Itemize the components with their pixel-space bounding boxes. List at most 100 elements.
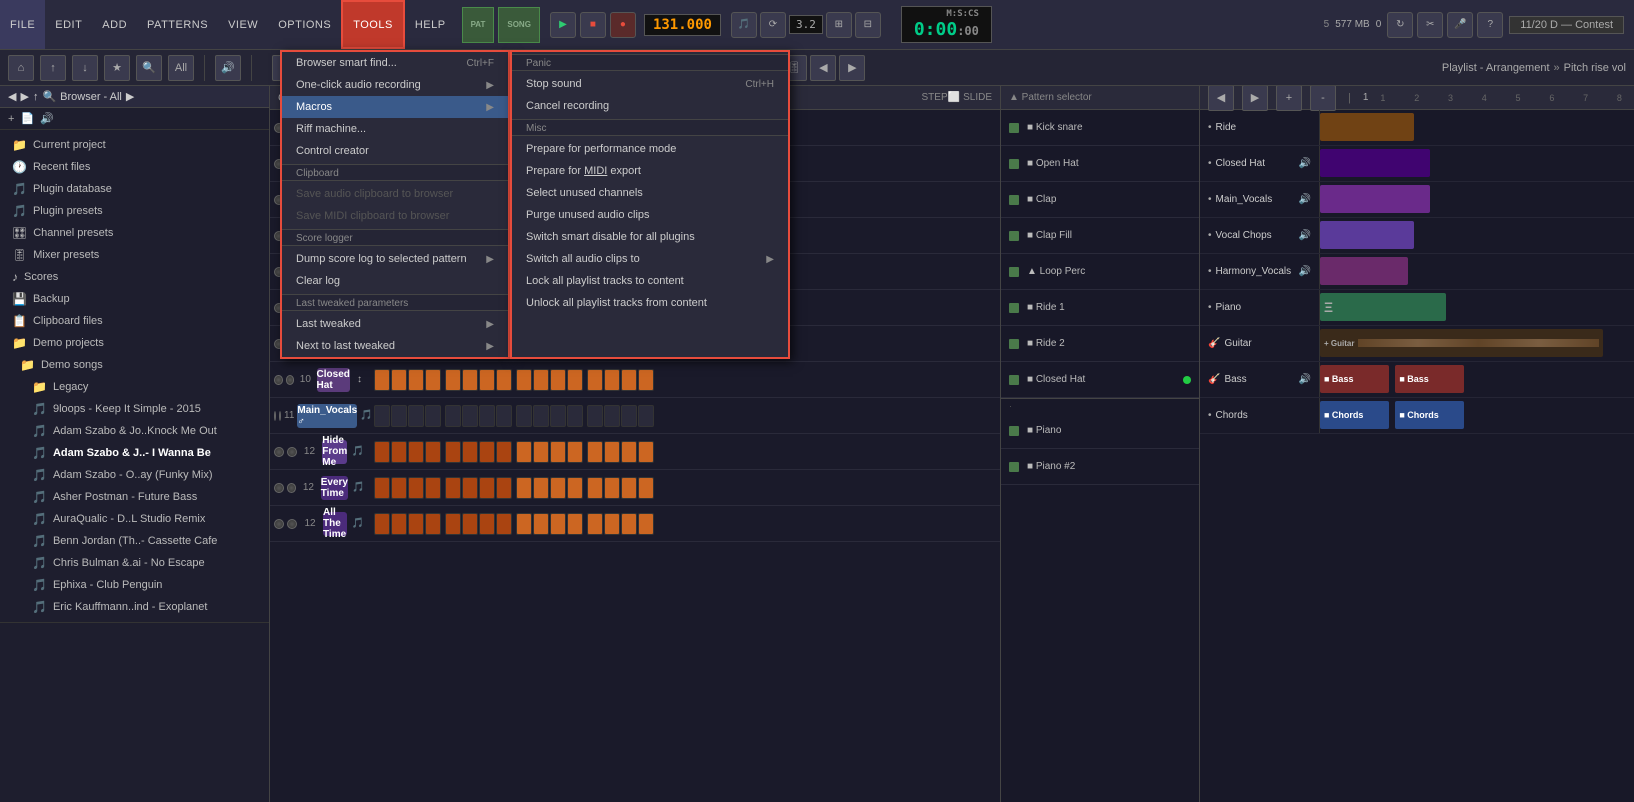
sidebar-current-project[interactable]: 📁 Current project bbox=[0, 134, 269, 156]
menu-view[interactable]: VIEW bbox=[218, 0, 268, 49]
ch-knob-vol-allthetime[interactable] bbox=[274, 519, 284, 529]
sidebar-track9[interactable]: 🎵 Ephixa - Club Penguin bbox=[0, 574, 269, 596]
pl-nav-next[interactable]: ▶ bbox=[1242, 86, 1268, 111]
tools-next-tweaked[interactable]: Next to last tweaked ▶ bbox=[282, 335, 508, 357]
macros-smart-disable[interactable]: Switch smart disable for all plugins bbox=[512, 226, 788, 248]
ch-btn-everytime[interactable]: Every Time bbox=[321, 476, 348, 500]
sidebar-track3-active[interactable]: 🎵 Adam Szabo & J..- I Wanna Be bbox=[0, 442, 269, 464]
sidebar-track2[interactable]: 🎵 Adam Szabo & Jo..Knock Me Out bbox=[0, 420, 269, 442]
song-button[interactable]: PAT bbox=[462, 7, 495, 43]
pl-track-chords[interactable]: ■ Chords ■ Chords bbox=[1320, 398, 1634, 433]
pl-track-guitar[interactable]: + Guitar bbox=[1320, 326, 1634, 361]
sidebar-scores[interactable]: ♪ Scores bbox=[0, 266, 269, 288]
play-button[interactable]: ▶ bbox=[550, 12, 576, 38]
tb2-browser[interactable]: All bbox=[168, 55, 194, 81]
macros-purge-clips[interactable]: Purge unused audio clips bbox=[512, 204, 788, 226]
tools-macros[interactable]: Macros ▶ bbox=[282, 96, 508, 118]
macros-lock-tracks[interactable]: Lock all playlist tracks to content bbox=[512, 270, 788, 292]
record-button[interactable]: ● bbox=[610, 12, 636, 38]
ch-knob-pan-closedhat[interactable] bbox=[286, 375, 295, 385]
ch-knob-pan-everytime[interactable] bbox=[287, 483, 297, 493]
sidebar-track1[interactable]: 🎵 9loops - Keep It Simple - 2015 bbox=[0, 398, 269, 420]
pl-clip-chords1[interactable]: ■ Chords bbox=[1320, 401, 1389, 429]
mic-icon[interactable]: 🎤 bbox=[1447, 12, 1473, 38]
doc-btn[interactable]: 📄 bbox=[20, 112, 34, 125]
pl-track-harmony-vocals[interactable] bbox=[1320, 254, 1634, 289]
vol-btn[interactable]: 🔊 bbox=[40, 112, 54, 125]
pl-clip-guitar1[interactable]: + Guitar bbox=[1320, 329, 1603, 357]
tools-clear-log[interactable]: Clear log bbox=[282, 270, 508, 292]
macros-unused-channels[interactable]: Select unused channels bbox=[512, 182, 788, 204]
macros-stop-sound[interactable]: Stop sound Ctrl+H bbox=[512, 73, 788, 95]
ch-knob-vol-everytime[interactable] bbox=[274, 483, 284, 493]
pl-zoom-in[interactable]: + bbox=[1276, 86, 1302, 111]
quant-btn[interactable]: ⊟ bbox=[855, 12, 881, 38]
add-btn[interactable]: + bbox=[8, 113, 14, 125]
sidebar-mixer-presets[interactable]: 🎚 Mixer presets bbox=[0, 244, 269, 266]
tb2-search[interactable]: 🔍 bbox=[136, 55, 162, 81]
cycle-icon[interactable]: ↻ bbox=[1387, 12, 1413, 38]
tb2-up[interactable]: ↑ bbox=[40, 55, 66, 81]
sidebar-track6[interactable]: 🎵 AuraQualic - D..L Studio Remix bbox=[0, 508, 269, 530]
sidebar-track5[interactable]: 🎵 Asher Postman - Future Bass bbox=[0, 486, 269, 508]
pl-clip-ride1[interactable] bbox=[1320, 113, 1414, 141]
pl-clip-chords2[interactable]: ■ Chords bbox=[1395, 401, 1464, 429]
sidebar-track10[interactable]: 🎵 Eric Kauffmann..ind - Exoplanet bbox=[0, 596, 269, 618]
pl-nav-prev[interactable]: ◀ bbox=[1208, 86, 1234, 111]
stop-button[interactable]: ■ bbox=[580, 12, 606, 38]
tb2-edit9[interactable]: ◀ bbox=[810, 55, 836, 81]
metro-btn[interactable]: 🎵 bbox=[731, 12, 757, 38]
pl-track-ride[interactable] bbox=[1320, 110, 1634, 145]
cut-icon[interactable]: ✂ bbox=[1417, 12, 1443, 38]
tools-riff-machine[interactable]: Riff machine... bbox=[282, 118, 508, 140]
pl-track-piano-pl[interactable]: Ξ bbox=[1320, 290, 1634, 325]
q-icon[interactable]: ? bbox=[1477, 12, 1503, 38]
pl-track-vocal-chops[interactable] bbox=[1320, 218, 1634, 253]
pl-clip-vocalchops1[interactable] bbox=[1320, 221, 1414, 249]
tools-control-creator[interactable]: Control creator bbox=[282, 140, 508, 162]
ch-knob-pan-mainvocals[interactable] bbox=[279, 411, 281, 421]
ch-knob-vol-hidefromme[interactable] bbox=[274, 447, 284, 457]
tb2-vol-icon[interactable]: 🔊 bbox=[215, 55, 241, 81]
tb2-home[interactable]: ⌂ bbox=[8, 55, 34, 81]
ch-btn-closedhat[interactable]: Closed Hat bbox=[317, 368, 350, 392]
ch-knob-pan-allthetime[interactable] bbox=[287, 519, 297, 529]
ch-btn-mainvocals[interactable]: Main_Vocals ♂ bbox=[297, 404, 357, 428]
tools-last-tweaked[interactable]: Last tweaked ▶ bbox=[282, 313, 508, 335]
pl-clip-bass1[interactable]: ■ Bass bbox=[1320, 365, 1389, 393]
macros-midi-export[interactable]: Prepare for MIDI export bbox=[512, 160, 788, 182]
sidebar-track4[interactable]: 🎵 Adam Szabo - O..ay (Funky Mix) bbox=[0, 464, 269, 486]
sidebar-track8[interactable]: 🎵 Chris Bulman &.ai - No Escape bbox=[0, 552, 269, 574]
macros-cancel-recording[interactable]: Cancel recording bbox=[512, 95, 788, 117]
pl-track-bass[interactable]: ■ Bass ■ Bass bbox=[1320, 362, 1634, 397]
pl-zoom-out[interactable]: - bbox=[1310, 86, 1336, 111]
tb2-down[interactable]: ↓ bbox=[72, 55, 98, 81]
sidebar-track7[interactable]: 🎵 Benn Jordan (Th..- Cassette Cafe bbox=[0, 530, 269, 552]
tb2-fav[interactable]: ★ bbox=[104, 55, 130, 81]
ch-knob-vol-mainvocals[interactable] bbox=[274, 411, 276, 421]
pl-clip-closedhat1[interactable] bbox=[1320, 149, 1430, 177]
macros-performance-mode[interactable]: Prepare for performance mode bbox=[512, 138, 788, 160]
pl-clip-mainvocals1[interactable] bbox=[1320, 185, 1430, 213]
sidebar-clipboard[interactable]: 📋 Clipboard files bbox=[0, 310, 269, 332]
menu-file[interactable]: FILE bbox=[0, 0, 45, 49]
ch-knob-pan-hidefromme[interactable] bbox=[287, 447, 297, 457]
ch-btn-hidefromme[interactable]: Hide From Me bbox=[322, 440, 347, 464]
sidebar-legacy[interactable]: 📁 Legacy bbox=[0, 376, 269, 398]
menu-edit[interactable]: EDIT bbox=[45, 0, 92, 49]
sidebar-channel-presets[interactable]: 🎛 Channel presets bbox=[0, 222, 269, 244]
sidebar-demo-songs[interactable]: 📁 Demo songs bbox=[0, 354, 269, 376]
tools-browser-find[interactable]: Browser smart find... Ctrl+F bbox=[282, 52, 508, 74]
ch-btn-allthetime[interactable]: All The Time bbox=[323, 512, 347, 536]
menu-patterns[interactable]: PATTERNS bbox=[137, 0, 218, 49]
sidebar-backup[interactable]: 💾 Backup bbox=[0, 288, 269, 310]
pl-track-main-vocals[interactable] bbox=[1320, 182, 1634, 217]
macros-switch-clips[interactable]: Switch all audio clips to ▶ bbox=[512, 248, 788, 270]
sidebar-plugin-presets[interactable]: 🎵 Plugin presets bbox=[0, 200, 269, 222]
tb2-edit10[interactable]: ▶ bbox=[839, 55, 865, 81]
pl-track-closedhat-pl[interactable] bbox=[1320, 146, 1634, 181]
macros-unlock-tracks[interactable]: Unlock all playlist tracks from content bbox=[512, 292, 788, 314]
snap-btn[interactable]: ⊞ bbox=[826, 12, 852, 38]
ch-knob-vol-closedhat[interactable] bbox=[274, 375, 283, 385]
tools-dump-score[interactable]: Dump score log to selected pattern ▶ bbox=[282, 248, 508, 270]
